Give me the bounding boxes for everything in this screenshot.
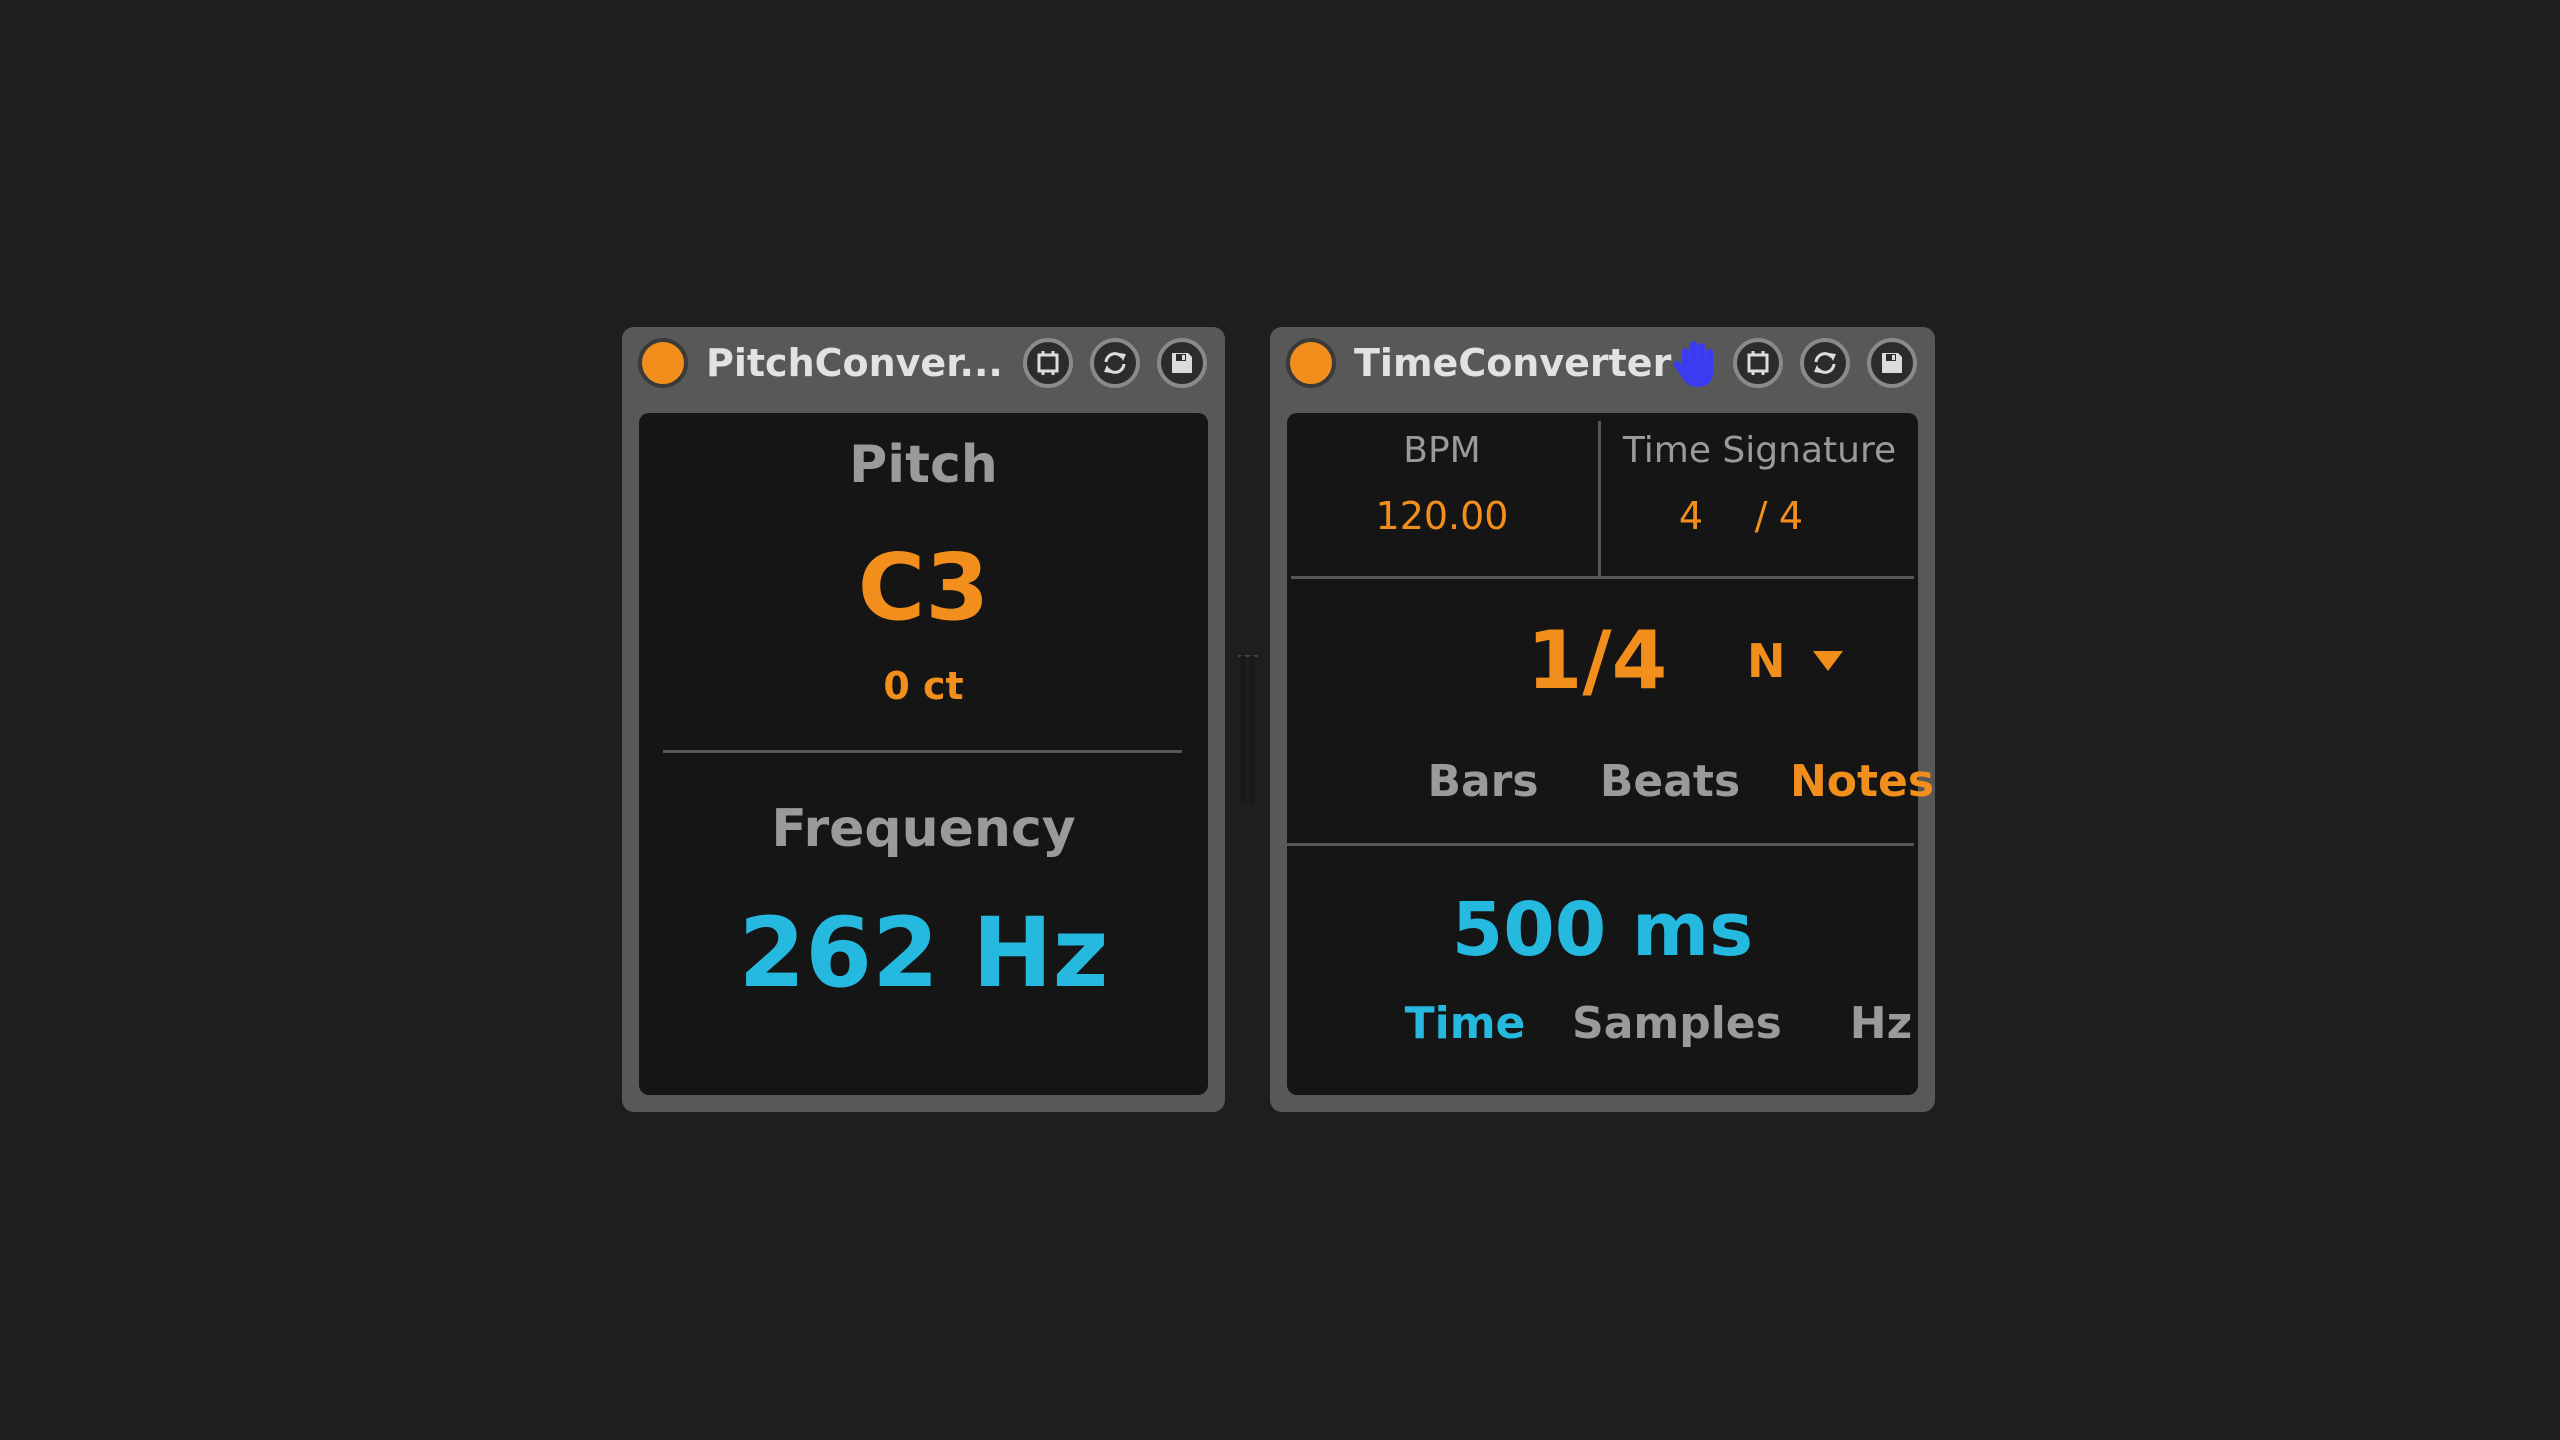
bpm-label: BPM — [1403, 430, 1481, 471]
power-icon[interactable] — [1286, 338, 1336, 388]
hotswap-icon — [1037, 351, 1059, 375]
frequency-value[interactable]: 262 Hz — [639, 895, 1208, 1011]
time-converter-device: TimeConverter BPM 120.00 Time Signature … — [1270, 327, 1935, 1112]
time-panel: BPM 120.00 Time Signature 4 / 4 1/4 N Ba… — [1287, 413, 1934, 1095]
bpm-value[interactable]: 120.00 — [1287, 493, 1597, 539]
time-signature-denominator[interactable]: 4 — [1771, 493, 1811, 539]
save-button[interactable] — [1867, 338, 1917, 388]
refresh-icon — [1814, 352, 1836, 374]
divider — [1291, 576, 1914, 579]
device-title: PitchConver... — [706, 341, 1003, 385]
divider — [663, 750, 1182, 753]
note-value[interactable]: 1/4 — [1487, 613, 1707, 709]
refresh-icon — [1104, 352, 1126, 374]
refresh-button[interactable] — [1090, 338, 1140, 388]
cents-value[interactable]: 0 ct — [639, 663, 1208, 709]
note-mode-value: N — [1747, 634, 1786, 688]
tab-beats[interactable]: Beats — [1570, 755, 1770, 809]
dropdown-arrow-icon — [1813, 651, 1843, 671]
pitch-value[interactable]: C3 — [639, 533, 1208, 643]
device-splitter[interactable] — [1238, 635, 1258, 805]
save-button[interactable] — [1157, 338, 1207, 388]
device-title: TimeConverter — [1354, 341, 1672, 385]
time-signature-section: Time Signature 4 / 4 — [1601, 413, 1918, 576]
pitch-label: Pitch — [849, 435, 998, 495]
hand-icon — [1673, 341, 1713, 387]
tab-samples[interactable]: Samples — [1572, 997, 1782, 1051]
power-icon[interactable] — [638, 338, 688, 388]
tab-notes[interactable]: Notes — [1762, 755, 1962, 809]
pitch-converter-device: PitchConver... Pitch C3 0 ct Frequency 2… — [622, 327, 1225, 1112]
hotswap-button[interactable] — [1023, 338, 1073, 388]
tab-bars[interactable]: Bars — [1383, 755, 1583, 809]
bpm-section: BPM 120.00 — [1287, 413, 1597, 576]
save-icon — [1882, 353, 1902, 373]
hotswap-icon — [1747, 351, 1769, 375]
tab-hz[interactable]: Hz — [1781, 997, 1981, 1051]
time-signature-numerator[interactable]: 4 — [1671, 493, 1711, 539]
device-titlebar[interactable]: TimeConverter — [1270, 327, 1935, 399]
note-mode-dropdown[interactable]: N — [1747, 633, 1867, 693]
hotswap-button[interactable] — [1733, 338, 1783, 388]
save-icon — [1172, 353, 1192, 373]
device-titlebar[interactable]: PitchConver... — [622, 327, 1225, 399]
tab-time[interactable]: Time — [1365, 997, 1565, 1051]
refresh-button[interactable] — [1800, 338, 1850, 388]
time-signature-label: Time Signature — [1622, 430, 1897, 471]
frequency-label: Frequency — [771, 799, 1076, 859]
pitch-panel: Pitch C3 0 ct Frequency 262 Hz — [639, 413, 1208, 1095]
divider — [1287, 843, 1914, 846]
output-value[interactable]: 500 ms — [1287, 885, 1918, 975]
